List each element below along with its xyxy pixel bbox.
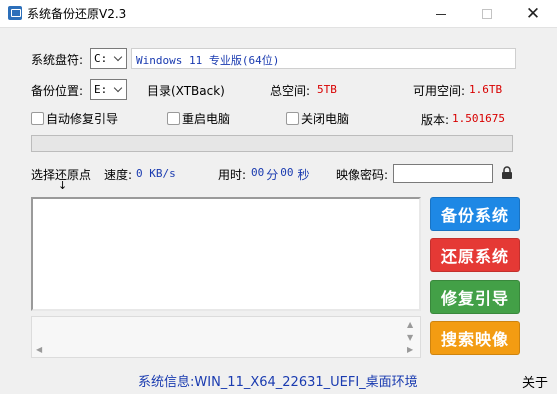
shutdown-label: 关闭电脑 [301,112,350,126]
scroll-right-icon[interactable]: ▶ [407,345,413,354]
scroll-left-icon[interactable]: ◀ [36,345,42,354]
minimize-button[interactable] [418,0,464,28]
scroll-up-icon[interactable]: ▲ [407,320,413,329]
checkbox-box [167,112,180,125]
lock-icon [501,165,512,179]
arrow-down-icon: ↓ [58,179,68,192]
restart-checkbox[interactable]: 重启电脑 [167,110,230,127]
version-label: 版本: [421,113,450,127]
auto-repair-label: 自动修复引导 [46,112,119,126]
free-space-value: 1.6TB [469,83,503,96]
maximize-button[interactable] [464,0,510,28]
system-drive-label: 系统盘符: [31,53,84,67]
system-drive-select[interactable]: C: [90,48,127,69]
minimize-icon [436,13,446,15]
speed-label: 速度: [104,168,133,182]
app-icon [8,6,22,20]
log-output[interactable] [31,316,421,358]
elapsed-seconds: 00 [280,166,294,179]
close-button[interactable]: ✕ [510,0,556,28]
scroll-down-icon[interactable]: ▼ [407,333,413,342]
system-info-status: 系统信息:WIN_11_X64_22631_UEFI_桌面环境 [138,375,418,390]
speed-value: 0 KB/s [136,167,176,180]
backup-location-select[interactable]: E: [90,79,127,100]
search-image-button[interactable]: 搜索映像 [430,321,520,355]
chevron-down-icon [111,52,124,65]
close-icon: ✕ [525,4,541,24]
chevron-down-icon [111,83,124,96]
auto-repair-checkbox[interactable]: 自动修复引导 [31,110,118,127]
window-title: 系统备份还原V2.3 [27,7,127,21]
checkbox-box [31,112,44,125]
elapsed-label: 用时: [218,168,247,182]
restore-point-list[interactable] [31,197,421,311]
elapsed-minutes: 00 [251,166,265,179]
backup-dir-label: 目录(XTBack) [147,84,225,98]
elapsed-value: 00 分 00 秒 [251,166,310,183]
system-drive-value: C: [94,52,108,65]
lock-button[interactable] [498,164,515,181]
progress-bar [31,135,513,152]
total-space-label: 总空间: [270,84,311,98]
image-password-input[interactable] [393,164,493,183]
restart-label: 重启电脑 [182,112,231,126]
seconds-unit: 秒 [297,168,310,182]
backup-location-label: 备份位置: [31,84,84,98]
repair-boot-button[interactable]: 修复引导 [430,280,520,314]
backup-location-value: E: [94,83,108,96]
about-link[interactable]: 关于 [522,372,548,391]
shutdown-checkbox[interactable]: 关闭电脑 [286,110,349,127]
restore-system-button[interactable]: 还原系统 [430,238,520,272]
free-space-label: 可用空间: [413,84,466,98]
backup-system-button[interactable]: 备份系统 [430,197,520,231]
version-value: 1.501675 [452,112,505,125]
total-space-value: 5TB [317,83,337,96]
image-password-label: 映像密码: [336,168,389,182]
checkbox-box [286,112,299,125]
maximize-icon [482,9,492,19]
os-info-field: Windows 11 专业版(64位) [131,48,516,69]
minutes-unit: 分 [266,168,279,182]
